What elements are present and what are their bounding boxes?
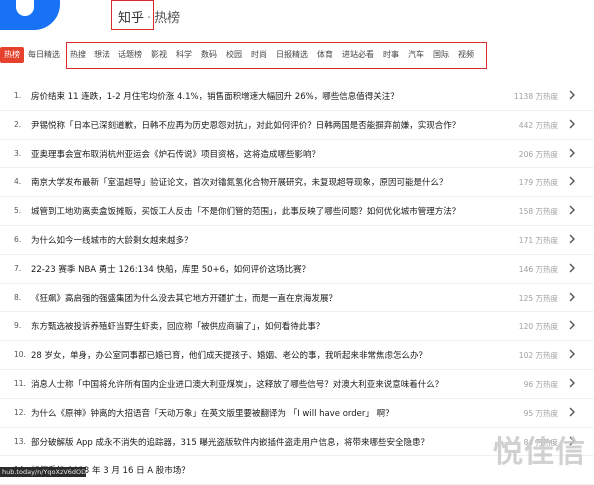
item-heat: 146 万热度 xyxy=(518,264,558,274)
hot-list-item[interactable]: 1. 房价结束 11 连跌，1-2 月住宅均价涨 4.1%，销售面积增速大幅回升 … xyxy=(0,82,594,111)
chevron-right-icon[interactable] xyxy=(567,147,577,159)
hot-list-item[interactable]: 7. 22-23 赛季 NBA 勇士 126:134 快船，库里 50+6，如何评… xyxy=(0,255,594,284)
item-heat: 102 万热度 xyxy=(518,351,558,361)
item-rank: 5. xyxy=(14,206,22,216)
chevron-right-icon[interactable] xyxy=(567,319,577,331)
chevron-right-icon[interactable] xyxy=(567,118,577,130)
chevron-right-icon[interactable] xyxy=(567,291,577,303)
item-title-link[interactable]: 为什么如今一线城市的大龄剩女越来越多？ xyxy=(31,234,193,246)
item-rank: 10. xyxy=(14,350,26,360)
hot-list-item[interactable]: 4. 南京大学发布最新「室温超导」验证论文，首次对镥氮氢化合物开展研究，未复现超导… xyxy=(0,168,594,198)
page-subtitle: 热榜 xyxy=(154,11,181,26)
hot-list-item[interactable]: 5. 城管到工地劝离卖盒饭摊贩，买饭工人反击「不是你们管的范围」，此事反映了哪些问… xyxy=(0,197,594,226)
item-rank: 11. xyxy=(14,379,26,388)
item-heat: 120 万热度 xyxy=(518,322,558,332)
item-heat: 158 万热度 xyxy=(518,207,558,217)
item-rank: 4. xyxy=(14,177,22,187)
chevron-right-icon[interactable] xyxy=(567,89,577,101)
item-title-link[interactable]: 城管到工地劝离卖盒饭摊贩，买饭工人反击「不是你们管的范围」，此事反映了哪些问题？… xyxy=(31,205,460,217)
hot-list-item[interactable]: 12. 为什么《原神》钟离的大招语音「天动万象」在英文版里要被翻译为 「I wil… xyxy=(0,399,594,428)
item-rank: 2. xyxy=(14,119,22,129)
hot-list-item[interactable]: 6. 为什么如今一线城市的大龄剩女越来越多？ 171 万热度 xyxy=(0,226,594,255)
hot-list-item[interactable]: 9. 东方甄选被投诉养殖虾当野生虾卖，回应称「被供应商骗了」，如何看待此事？ 120… xyxy=(0,312,594,342)
item-heat: 442 万热度 xyxy=(518,120,558,130)
tab-daily-picks[interactable]: 每日精选 xyxy=(28,47,60,63)
item-rank: 8. xyxy=(14,292,22,302)
item-title-link[interactable]: 《狂飙》高启强的强盛集团为什么没去其它地方开疆扩土，而是一直在京海发展？ xyxy=(31,292,337,304)
item-rank: 3. xyxy=(14,148,22,158)
chevron-right-icon[interactable] xyxy=(567,262,577,274)
hot-list-item[interactable]: 3. 亚奥理事会宣布取消杭州亚运会《炉石传说》项目资格，这将造成哪些影响？ 206 … xyxy=(0,140,594,169)
item-title-link[interactable]: 22-23 赛季 NBA 勇士 126:134 快船，库里 50+6，如何评价这… xyxy=(31,263,310,275)
item-title-link[interactable]: 尹锡悦称「日本已深刻道歉，日韩不应再为历史恩怨对抗」，对此如何评价？日韩两国是否… xyxy=(31,119,460,131)
item-heat: 179 万热度 xyxy=(518,178,558,188)
item-rank: 7. xyxy=(14,263,22,273)
item-title-link[interactable]: 部分破解版 App 成永不消失的追踪器，315 曝光盗版软件内嵌插件盗走用户信息… xyxy=(31,436,429,448)
item-title-link[interactable]: 南京大学发布最新「室温超导」验证论文，首次对镥氮氢化合物开展研究，未复现超导现象… xyxy=(31,176,448,188)
chevron-right-icon[interactable] xyxy=(567,348,577,360)
tab-hot[interactable]: 热榜 xyxy=(0,47,24,63)
chevron-right-icon[interactable] xyxy=(567,377,577,389)
hot-list-item[interactable]: 10. 28 岁女，单身，办公室同事都已婚已育，他们成天提孩子、婚姻、老公的事，我… xyxy=(0,341,594,370)
chevron-right-icon[interactable] xyxy=(567,233,577,245)
item-title-link[interactable]: 消息人士称「中国将允许所有国内企业进口澳大利亚煤炭」，这释放了哪些信号？对澳大利… xyxy=(31,378,443,390)
item-heat: 1138 万热度 xyxy=(514,92,558,101)
zhihu-logo xyxy=(0,0,60,30)
chevron-right-icon[interactable] xyxy=(567,406,577,418)
hot-list-item[interactable]: 2. 尹锡悦称「日本已深刻道歉，日韩不应再为历史恩怨对抗」，对此如何评价？日韩两国… xyxy=(0,111,594,140)
hot-list-item[interactable]: 11. 消息人士称「中国将允许所有国内企业进口澳大利亚煤炭」，这释放了哪些信号？对… xyxy=(0,370,594,399)
tabs-highlight-box xyxy=(66,42,487,69)
watermark-logo: 悦佳信 xyxy=(493,435,586,470)
item-heat: 125 万热度 xyxy=(518,293,558,303)
chevron-right-icon[interactable] xyxy=(567,175,577,187)
hot-list-item[interactable]: 8. 《狂飙》高启强的强盛集团为什么没去其它地方开疆扩土，而是一直在京海发展？ 12… xyxy=(0,284,594,313)
item-rank: 12. xyxy=(14,407,26,417)
item-rank: 1. xyxy=(14,91,22,100)
item-title-link[interactable]: 28 岁女，单身，办公室同事都已婚已育，他们成天提孩子、婚姻、老公的事，我听起来… xyxy=(31,349,427,361)
title-separator: · xyxy=(147,11,152,26)
item-title-link[interactable]: 房价结束 11 连跌，1-2 月住宅均价涨 4.1%，销售面积增速大幅回升 26… xyxy=(31,90,399,102)
item-rank: 6. xyxy=(14,235,22,244)
brand-name: 知乎 xyxy=(118,11,145,26)
status-bar-url: hub.today/n/YqoXzV6dOD xyxy=(0,467,86,477)
item-heat: 171 万热度 xyxy=(518,236,558,245)
item-heat: 95 万热度 xyxy=(523,408,558,418)
item-heat: 206 万热度 xyxy=(518,149,558,159)
item-title-link[interactable]: 亚奥理事会宣布取消杭州亚运会《炉石传说》项目资格，这将造成哪些影响？ xyxy=(31,148,320,160)
chevron-right-icon[interactable] xyxy=(567,204,577,216)
item-title-link[interactable]: 为什么《原神》钟离的大招语音「天动万象」在英文版里要被翻译为 「I will h… xyxy=(31,407,394,419)
page-title: 知乎 · 热榜 xyxy=(118,7,180,26)
item-rank: 9. xyxy=(14,321,22,331)
item-heat: 96 万热度 xyxy=(523,380,558,389)
item-title-link[interactable]: 东方甄选被投诉养殖虾当野生虾卖，回应称「被供应商骗了」，如何看待此事？ xyxy=(31,320,324,332)
item-rank: 13. xyxy=(14,436,26,446)
